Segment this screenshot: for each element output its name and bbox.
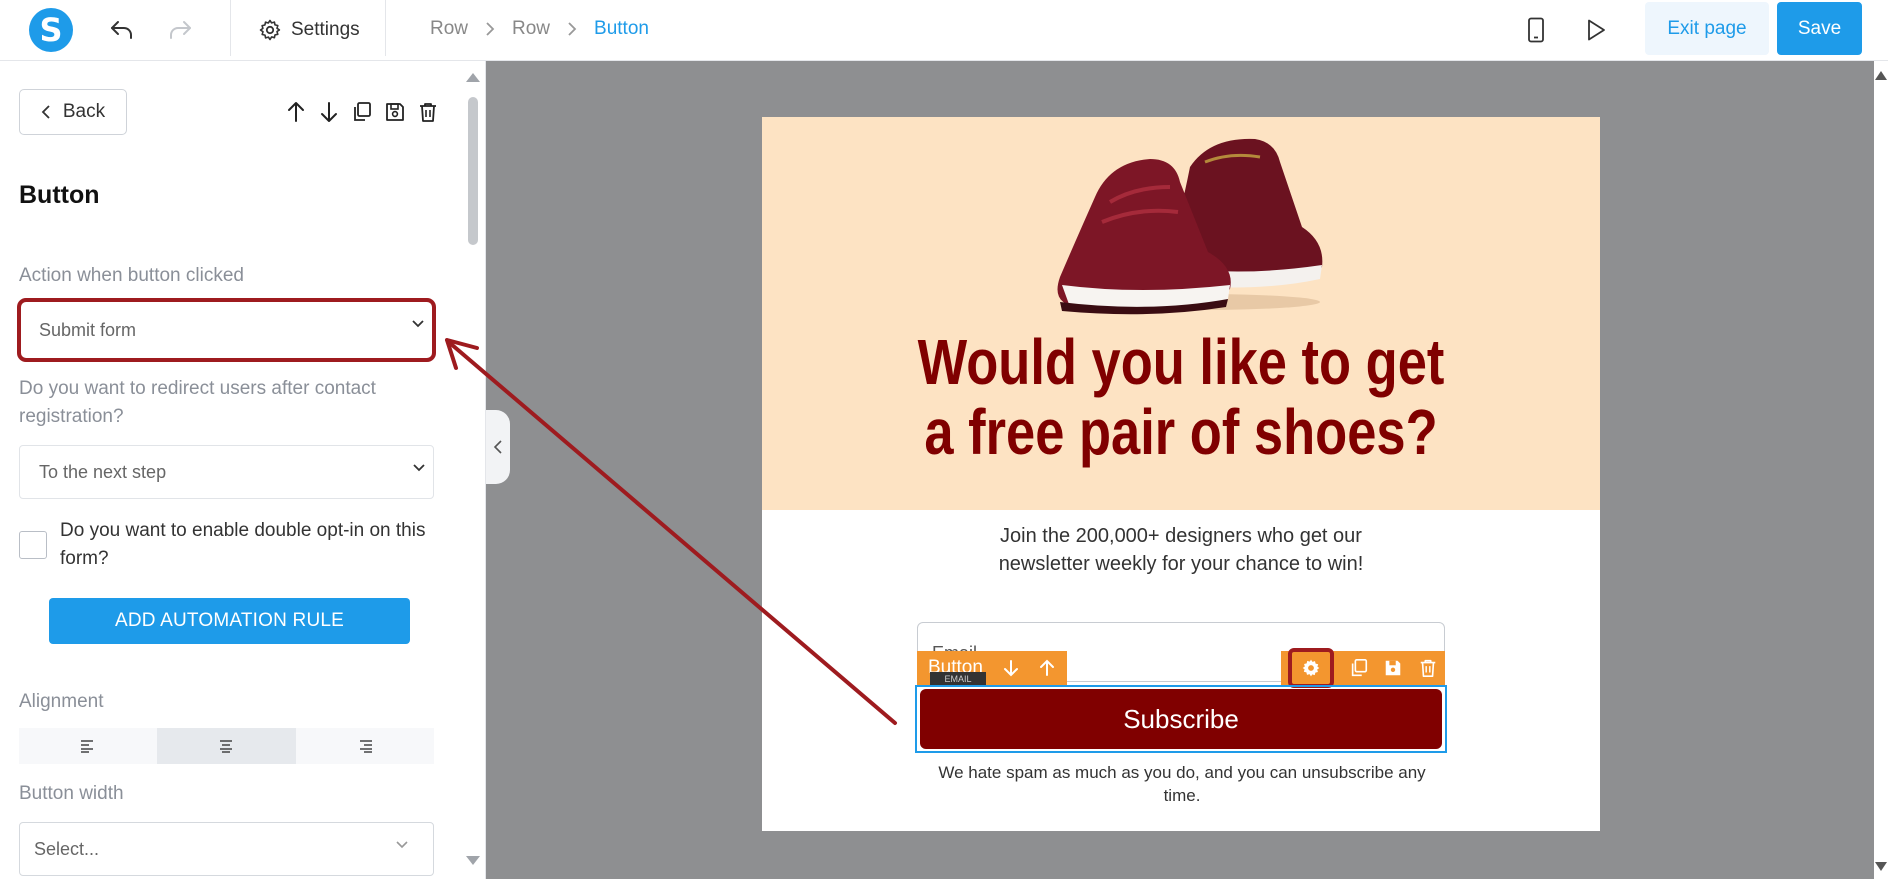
duplicate-icon[interactable]	[349, 99, 374, 125]
mobile-preview-icon[interactable]	[1521, 15, 1551, 45]
double-optin-row: Do you want to enable double opt-in on t…	[19, 517, 440, 573]
element-tools	[283, 99, 440, 125]
subheading-text[interactable]: Join the 200,000+ designers who get our …	[762, 522, 1600, 578]
exit-page-button[interactable]: Exit page	[1645, 2, 1769, 55]
align-right-icon[interactable]	[295, 728, 434, 764]
chevron-left-icon	[41, 105, 50, 119]
divider	[385, 0, 386, 56]
scroll-up-arrow[interactable]	[1875, 71, 1887, 80]
delete-icon[interactable]	[1418, 658, 1438, 678]
gear-icon	[259, 19, 281, 41]
headline[interactable]: Would you like to get a free pair of sho…	[837, 327, 1524, 467]
subscribe-button[interactable]: Subscribe	[920, 689, 1442, 749]
redirect-select-value: To the next step	[39, 461, 167, 482]
chevron-down-icon	[412, 320, 424, 328]
move-down-icon[interactable]	[1003, 659, 1019, 677]
subheading-line: Join the 200,000+ designers who get our	[1000, 525, 1362, 547]
move-down-icon[interactable]	[316, 99, 341, 125]
play-preview-icon[interactable]	[1581, 15, 1611, 45]
headline-line: Would you like to get	[917, 326, 1445, 398]
divider	[230, 0, 231, 56]
chevron-down-icon	[396, 841, 408, 849]
alignment-selector	[19, 728, 434, 764]
move-up-icon[interactable]	[283, 99, 308, 125]
save-block-icon[interactable]	[1383, 658, 1403, 678]
scroll-down-arrow[interactable]	[466, 856, 480, 865]
redo-icon[interactable]	[165, 15, 195, 45]
move-up-icon[interactable]	[1039, 659, 1055, 677]
panel-scrollbar[interactable]	[462, 61, 485, 879]
disclaimer-line: time.	[1163, 786, 1201, 805]
chevron-left-icon	[493, 440, 502, 454]
save-block-icon[interactable]	[382, 99, 407, 125]
align-left-icon[interactable]	[19, 728, 158, 764]
action-select[interactable]: Submit form	[17, 298, 436, 362]
chevron-down-icon	[413, 464, 425, 472]
breadcrumb-item-current[interactable]: Button	[594, 18, 649, 40]
redirect-label: Do you want to redirect users after cont…	[19, 378, 376, 427]
breadcrumb: Row Row Button	[430, 18, 649, 40]
settings-label: Settings	[291, 19, 360, 40]
element-toolbar: Button	[917, 648, 1445, 688]
selected-button-outline[interactable]: Subscribe	[915, 685, 1447, 753]
app-logo[interactable]: S	[29, 8, 73, 52]
action-select-value: Submit form	[39, 319, 137, 340]
disclaimer-text[interactable]: We hate spam as much as you do, and you …	[912, 761, 1452, 807]
back-button[interactable]: Back	[19, 89, 127, 135]
double-optin-label: Do you want to enable double opt-in on t…	[60, 520, 426, 569]
chevron-right-icon	[567, 21, 577, 37]
save-button[interactable]: Save	[1777, 2, 1862, 55]
breadcrumb-item[interactable]: Row	[512, 18, 550, 40]
add-automation-rule-button[interactable]: ADD AUTOMATION RULE	[49, 598, 410, 644]
field-type-tag: EMAIL	[930, 672, 986, 686]
button-width-select[interactable]: Select...	[19, 822, 434, 876]
button-width-placeholder: Select...	[34, 838, 100, 859]
double-optin-checkbox[interactable]	[19, 531, 47, 559]
collapse-panel-tab[interactable]	[486, 410, 510, 484]
headline-line: a free pair of shoes?	[924, 396, 1438, 468]
hero-section[interactable]: Would you like to get a free pair of sho…	[762, 117, 1600, 510]
scroll-down-arrow[interactable]	[1875, 862, 1887, 871]
gear-icon[interactable]	[1288, 648, 1335, 688]
breadcrumb-item[interactable]: Row	[430, 18, 468, 40]
button-width-label: Button width	[19, 783, 124, 804]
toolbar-actions	[1281, 648, 1445, 688]
canvas-scrollbar[interactable]	[1874, 61, 1888, 879]
scroll-up-arrow[interactable]	[466, 73, 480, 82]
alignment-label: Alignment	[19, 691, 104, 712]
panel-title: Button	[19, 181, 100, 209]
action-label: Action when button clicked	[19, 265, 244, 286]
subheading-line: newsletter weekly for your chance to win…	[998, 553, 1364, 575]
chevron-right-icon	[485, 21, 495, 37]
undo-icon[interactable]	[107, 15, 137, 45]
sneakers-image	[1057, 138, 1323, 315]
scroll-thumb[interactable]	[468, 97, 478, 245]
redirect-select[interactable]: To the next step	[19, 445, 434, 499]
popup-form-card[interactable]: Would you like to get a free pair of sho…	[762, 117, 1600, 831]
disclaimer-line: We hate spam as much as you do, and you …	[938, 763, 1426, 782]
delete-icon[interactable]	[415, 99, 440, 125]
top-bar: S Settings Row Row Button Exit page Save	[0, 0, 1888, 61]
settings-panel: Back Button Action when button clicked S…	[0, 61, 486, 879]
back-label: Back	[62, 101, 106, 122]
settings-button[interactable]: Settings	[258, 14, 360, 46]
align-center-icon[interactable]	[157, 728, 296, 764]
duplicate-icon[interactable]	[1349, 658, 1369, 678]
